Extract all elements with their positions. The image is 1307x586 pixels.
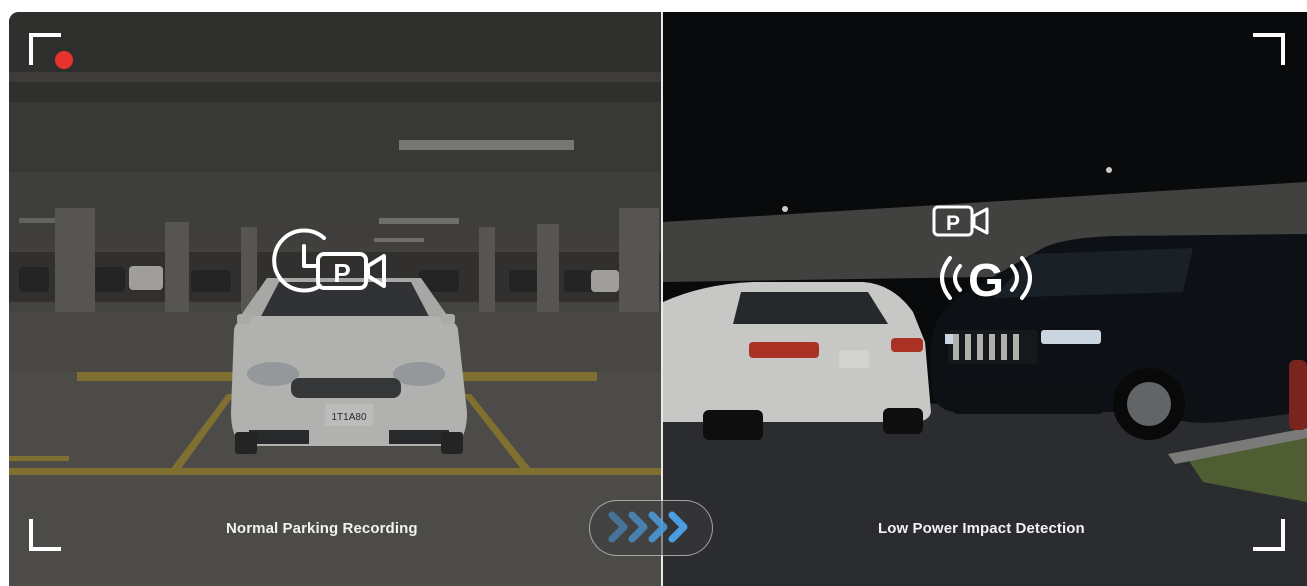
svg-text:P: P: [946, 212, 960, 235]
parking-garage-scene: 1T1A80: [9, 12, 661, 586]
transition-arrows-pill: [589, 500, 713, 556]
chevron-right-icon: [628, 511, 648, 543]
chevron-arrows-icon: [608, 511, 688, 543]
timelapse-parking-camera-icon: P: [268, 226, 392, 296]
garage-illustration: 1T1A80: [9, 12, 661, 586]
chevron-right-icon: [668, 511, 688, 543]
svg-text:P: P: [333, 258, 350, 288]
viewfinder-corner-bottom-right: [1253, 519, 1285, 551]
g-sensor-label: G: [968, 254, 1004, 306]
chevron-right-icon: [608, 511, 628, 543]
viewfinder-corner-top-right: [1253, 33, 1285, 65]
g-sensor-icon: G: [928, 248, 1044, 308]
right-caption: Low Power Impact Detection: [878, 520, 1085, 537]
left-caption: Normal Parking Recording: [226, 520, 418, 537]
viewfinder-corner-bottom-left: [29, 519, 61, 551]
chevron-right-icon: [648, 511, 668, 543]
recording-indicator-icon: [55, 51, 73, 69]
parking-camera-icon: P: [931, 204, 991, 238]
